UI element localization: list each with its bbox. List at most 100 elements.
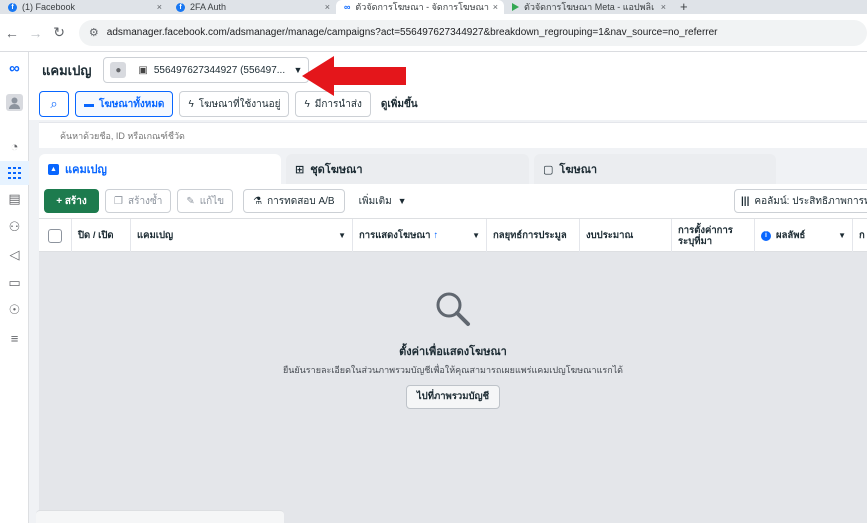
duplicate-icon: ❐ [114, 195, 123, 207]
tab-campaigns[interactable]: ▲ แคมเปญ [39, 154, 281, 184]
column-header-campaign[interactable]: แคมเปญ ▼ [131, 219, 353, 252]
bolt-icon: ϟ [304, 98, 310, 110]
left-nav: ∞ ◔ ▤ ⚇ ◁ ▭ ☉ ≡ [0, 52, 29, 523]
sort-caret-icon: ▼ [338, 231, 346, 240]
campaigns-table-icon[interactable] [0, 161, 29, 185]
ab-test-button[interactable]: ⚗ การทดสอบ A/B [243, 189, 345, 213]
more-dropdown[interactable]: เพิ่มเติม ▼ [359, 194, 407, 209]
search-button[interactable]: ⌕ [39, 91, 69, 117]
empty-state-description: ยืนยันรายละเอียดในส่วนภาพรวมบัญชีเพื่อให… [282, 365, 624, 375]
page-title: แคมเปญ [42, 62, 92, 78]
tab-ad-sets[interactable]: ⊞ ชุดโฆษณา [286, 154, 529, 184]
close-icon[interactable]: × [661, 2, 666, 12]
action-bar: + สร้าง ❐ สร้างซ้ำ ✎ แก้ไข ⚗ การทดสอบ A/… [39, 184, 867, 218]
column-label: การตั้งค่าการระบุที่มา [678, 224, 733, 247]
tab-title: ตัวจัดการโฆษณา - จัดการโฆษณา - แ [355, 2, 491, 12]
table-header: ปิด / เปิด แคมเปญ ▼ การแสดงโฆษณา ↑ ▼ กลย… [39, 218, 867, 252]
column-label: ปิด / เปิด [78, 230, 114, 241]
meta-logo-icon[interactable]: ∞ [0, 56, 29, 80]
column-label: กลยุทธ์การประมูล [493, 230, 567, 241]
edit-button[interactable]: ✎ แก้ไข [177, 189, 234, 213]
columns-dropdown[interactable]: ||| คอลัมน์: ประสิทธิภาพการทำงาน [734, 189, 867, 213]
browser-address-bar: ← → ↻ ⚙ adsmanager.facebook.com/adsmanag… [0, 14, 867, 52]
browser-tab-ads-manager[interactable]: ∞ ตัวจัดการโฆษณา - จัดการโฆษณา - แ × [336, 0, 504, 14]
profile-avatar[interactable] [0, 90, 29, 114]
facebook-icon: f [8, 2, 17, 12]
column-header-budget[interactable]: งบประมาณ [580, 219, 672, 252]
column-label: การแสดงโฆษณา [359, 230, 431, 241]
browser-tab-play-store[interactable]: ตัวจัดการโฆษณา Meta - แอปพลิเค × [504, 0, 672, 14]
meta-icon: ∞ [344, 2, 351, 12]
ad-set-grid-icon: ⊞ [295, 163, 305, 176]
campaign-icon: ▲ [48, 163, 59, 175]
site-info-icon[interactable]: ⚙ [89, 26, 99, 39]
go-to-account-overview-button[interactable]: ไปที่ภาพรวมบัญชี [405, 385, 501, 409]
chevron-down-icon: ▼ [397, 196, 407, 206]
magnifier-icon [39, 290, 867, 336]
bolt-icon: ϟ [188, 98, 194, 110]
audiences-icon[interactable]: ⚇ [0, 215, 29, 239]
filter-active-ads[interactable]: ϟ โฆษณาที่ใช้งานอยู่ [179, 91, 290, 117]
column-header-delivery[interactable]: การแสดงโฆษณา ↑ ▼ [353, 219, 487, 252]
tab-label: แคมเปญ [65, 164, 107, 176]
url-text: adsmanager.facebook.com/adsmanager/manag… [106, 27, 718, 38]
back-icon[interactable]: ← [0, 25, 24, 41]
pages-icon[interactable]: ▤ [0, 187, 29, 211]
duplicate-button[interactable]: ❐ สร้างซ้ำ [105, 189, 172, 213]
account-avatar-icon: ● [110, 62, 127, 78]
browser-tab-facebook[interactable]: f (1) Facebook × [0, 0, 168, 14]
flask-icon: ⚗ [253, 195, 263, 207]
close-icon[interactable]: × [157, 2, 162, 12]
search-icon: ⌕ [50, 96, 58, 111]
ad-account-icon: ▣ [138, 64, 148, 76]
column-header-bid-strategy[interactable]: กลยุทธ์การประมูล [487, 219, 580, 252]
avatar-icon [6, 93, 23, 111]
column-header-results[interactable]: i ผลลัพธ์ ▼ [755, 219, 853, 252]
bottom-panel [36, 510, 284, 523]
facebook-icon: f [176, 2, 185, 12]
tab-ads[interactable]: ▢ โฆษณา [534, 154, 776, 184]
ad-window-icon: ▢ [543, 163, 554, 176]
tab-title: ตัวจัดการโฆษณา Meta - แอปพลิเค [524, 2, 654, 12]
select-all-checkbox-cell [39, 219, 72, 252]
url-input[interactable]: ⚙ adsmanager.facebook.com/adsmanager/man… [78, 19, 867, 46]
select-all-checkbox[interactable] [48, 228, 62, 243]
ab-test-label: การทดสอบ A/B [267, 195, 335, 207]
duplicate-label: สร้างซ้ำ [127, 195, 163, 207]
search-input[interactable] [60, 130, 460, 141]
browser-tab-2fa[interactable]: f 2FA Auth × [168, 0, 336, 14]
empty-state: ตั้งค่าเพื่อแสดงโฆษณา ยืนยันรายละเอียดใน… [39, 290, 867, 409]
column-header-toggle[interactable]: ปิด / เปิด [72, 219, 131, 252]
column-label: ผลลัพธ์ [776, 230, 806, 241]
browser-tab-bar: f (1) Facebook × f 2FA Auth × ∞ ตัวจัดกา… [0, 0, 867, 14]
close-icon[interactable]: × [325, 2, 330, 12]
info-icon: i [761, 230, 771, 241]
create-button[interactable]: + สร้าง [44, 189, 99, 213]
pencil-icon: ✎ [186, 195, 195, 207]
filter-label: โฆษณาที่ใช้งานอยู่ [198, 98, 281, 110]
filter-all-ads[interactable]: ▬ โฆษณาทั้งหมด [75, 91, 174, 117]
red-annotation-arrow-icon [302, 56, 406, 96]
close-icon[interactable]: × [493, 2, 498, 12]
sort-caret-icon: ▼ [838, 231, 846, 240]
column-label: แคมเปญ [137, 230, 174, 241]
folder-icon: ▬ [84, 98, 94, 110]
view-filter-bar: ⌕ ▬ โฆษณาทั้งหมด ϟ โฆษณาที่ใช้งานอยู่ ϟ … [29, 88, 867, 120]
reload-icon[interactable]: ↻ [47, 24, 71, 41]
empty-state-title: ตั้งค่าเพื่อแสดงโฆษณา [399, 346, 507, 358]
menu-icon[interactable]: ≡ [0, 326, 29, 350]
forward-icon[interactable]: → [24, 25, 48, 41]
business-people-icon[interactable]: ☉ [0, 298, 29, 322]
tab-title: 2FA Auth [190, 2, 227, 12]
megaphone-icon[interactable]: ◁ [0, 243, 29, 267]
column-header-attribution[interactable]: การตั้งค่าการระบุที่มา [672, 219, 755, 252]
billing-card-icon[interactable]: ▭ [0, 271, 29, 295]
table-grid-icon [8, 167, 21, 179]
gauge-icon[interactable]: ◔ [0, 134, 29, 158]
column-header-truncated[interactable]: ก [853, 219, 867, 252]
column-label: งบประมาณ [586, 230, 634, 241]
play-icon [512, 3, 519, 11]
tab-label: ชุดโฆษณา [310, 164, 363, 176]
account-selector[interactable]: ● ▣ 556497627344927 (556497... ▼ [103, 57, 310, 83]
new-tab-button[interactable]: + [672, 0, 696, 14]
